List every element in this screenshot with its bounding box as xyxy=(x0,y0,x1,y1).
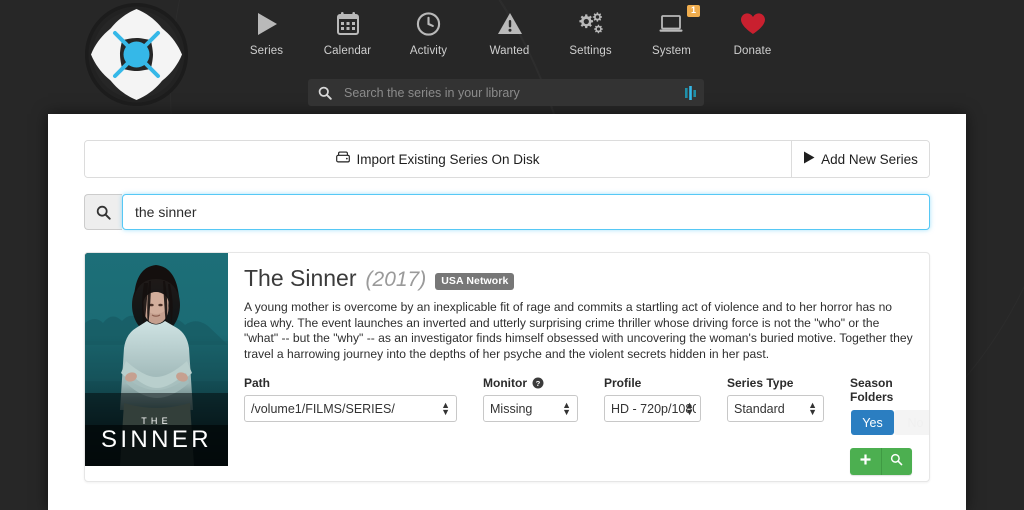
nav-item-activity[interactable]: Activity xyxy=(388,8,469,57)
nav-label-settings: Settings xyxy=(569,45,612,57)
sonarr-logo[interactable] xyxy=(85,3,188,106)
question-circle-icon[interactable]: ? xyxy=(532,377,544,389)
add-series-button[interactable] xyxy=(850,448,881,476)
nav-item-settings[interactable]: Settings xyxy=(550,8,631,57)
nav-item-series[interactable]: Series xyxy=(226,8,307,57)
profile-select[interactable]: HD - 720p/1080 xyxy=(604,395,701,423)
import-existing-series-button[interactable]: Import Existing Series On Disk xyxy=(85,141,791,177)
series-result-card: THE SINNER The Sinner (2017) USA Network… xyxy=(84,252,930,482)
nav-label-calendar: Calendar xyxy=(323,45,372,57)
series-search-input[interactable] xyxy=(122,194,930,230)
season-folders-label: Season Folders xyxy=(850,376,894,405)
nav-label-wanted: Wanted xyxy=(489,45,530,57)
monitor-field-group: Monitor ? Missing ▲ ▼ xyxy=(483,376,578,423)
svg-text:SINNER: SINNER xyxy=(101,426,212,453)
nav-label-donate: Donate xyxy=(733,45,772,57)
clock-icon xyxy=(416,8,441,40)
season-folders-no-button[interactable]: No xyxy=(894,410,929,436)
series-search-row xyxy=(84,194,930,230)
add-new-series-label: Add New Series xyxy=(821,151,918,167)
poster-artwork: THE SINNER xyxy=(85,253,228,466)
warning-triangle-icon xyxy=(497,8,523,40)
system-update-badge: 1 xyxy=(686,5,700,17)
calendar-icon xyxy=(336,8,360,40)
profile-select-wrap[interactable]: HD - 720p/1080 ▲ ▼ xyxy=(604,395,701,423)
add-series-form: Path /volume1/FILMS/SERIES/ ▲▼ Monitor xyxy=(244,376,929,476)
equalizer-icon[interactable] xyxy=(678,85,704,100)
monitor-label-text: Monitor xyxy=(483,376,527,391)
profile-field-group: Profile HD - 720p/1080 ▲ ▼ xyxy=(604,376,701,423)
profile-label: Profile xyxy=(604,376,642,391)
heart-icon xyxy=(739,8,767,40)
play-triangle-icon xyxy=(255,8,279,40)
series-action-buttons xyxy=(850,448,912,476)
series-title: The Sinner xyxy=(244,265,357,291)
series-year: (2017) xyxy=(365,268,427,291)
series-type-field-group: Series Type Standard ▲ ▼ xyxy=(727,376,824,423)
svg-text:?: ? xyxy=(536,379,541,388)
series-card-body: The Sinner (2017) USA Network A young mo… xyxy=(228,253,929,481)
play-triangle-icon xyxy=(803,151,815,167)
add-series-toolbar: Import Existing Series On Disk Add New S… xyxy=(84,140,930,178)
sonarr-logo-icon xyxy=(85,3,188,106)
season-folders-field-group: Season Folders Yes No xyxy=(850,376,929,476)
series-type-select[interactable]: Standard xyxy=(727,395,824,423)
path-select[interactable]: /volume1/FILMS/SERIES/ xyxy=(244,395,457,423)
plus-icon xyxy=(859,453,872,471)
nav-item-wanted[interactable]: Wanted xyxy=(469,8,550,57)
main-content-panel: Import Existing Series On Disk Add New S… xyxy=(48,114,966,510)
gears-icon xyxy=(577,8,605,40)
global-search-bar[interactable] xyxy=(308,79,704,106)
nav-item-system[interactable]: 1 System xyxy=(631,5,712,57)
season-folders-yes-button[interactable]: Yes xyxy=(851,410,894,436)
nav-label-series: Series xyxy=(249,45,284,57)
laptop-icon xyxy=(658,8,686,40)
monitor-select-wrap[interactable]: Missing ▲ ▼ xyxy=(483,395,578,423)
search-icon xyxy=(84,194,122,230)
path-label: Path xyxy=(244,376,271,391)
search-icon xyxy=(890,453,903,471)
search-series-button[interactable] xyxy=(880,448,912,476)
search-icon xyxy=(308,86,342,100)
season-folders-toggle: Yes No xyxy=(850,409,929,436)
monitor-select[interactable]: Missing xyxy=(483,395,578,423)
nav-item-donate[interactable]: Donate xyxy=(712,8,793,57)
svg-text:THE: THE xyxy=(141,416,172,426)
nav-label-system: System xyxy=(652,45,691,57)
series-title-line: The Sinner (2017) USA Network xyxy=(244,265,915,292)
path-field-group: Path /volume1/FILMS/SERIES/ ▲ ▼ xyxy=(244,376,457,423)
import-existing-series-label: Import Existing Series On Disk xyxy=(356,151,540,167)
nav-item-calendar[interactable]: Calendar xyxy=(307,8,388,57)
nav-label-activity: Activity xyxy=(409,45,448,57)
top-navigation-bar: Series Calendar Activity Wanted Settings… xyxy=(0,0,1024,114)
path-select-wrap[interactable]: /volume1/FILMS/SERIES/ ▲ ▼ xyxy=(244,395,457,423)
series-overview: A young mother is overcome by an inexpli… xyxy=(244,300,913,361)
monitor-label: Monitor ? xyxy=(483,376,578,390)
global-search-input[interactable] xyxy=(342,84,678,101)
network-badge: USA Network xyxy=(435,273,515,290)
series-type-select-wrap[interactable]: Standard ▲ ▼ xyxy=(727,395,824,423)
series-type-label: Series Type xyxy=(727,376,794,391)
nav-links: Series Calendar Activity Wanted Settings… xyxy=(226,5,793,57)
hard-drive-icon xyxy=(336,151,351,167)
add-new-series-button[interactable]: Add New Series xyxy=(792,141,929,177)
series-poster[interactable]: THE SINNER xyxy=(85,253,228,466)
